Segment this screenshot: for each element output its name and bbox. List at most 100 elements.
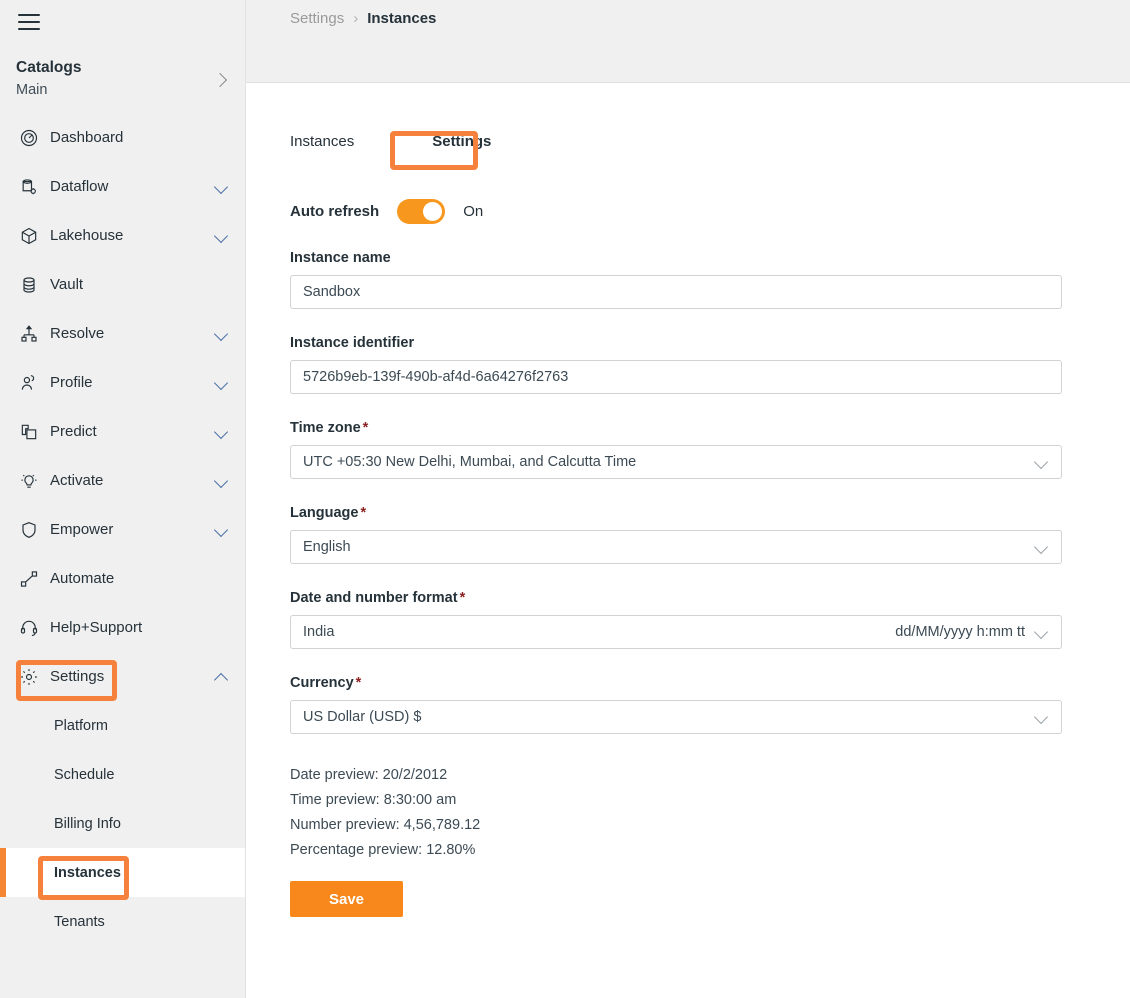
sidebar-item-label: Resolve [50, 325, 105, 342]
currency-label-text: Currency [290, 675, 354, 691]
language-select[interactable]: English [290, 530, 1062, 564]
chevron-down-icon[interactable] [214, 179, 230, 195]
sidebar-subitem-label: Platform [54, 717, 108, 734]
date-number-format-label: Date and number format * [290, 590, 1062, 606]
person-icon [18, 372, 40, 394]
date-number-format-select[interactable]: India dd/MM/yyyy h:mm tt [290, 615, 1062, 649]
catalogs-text: Catalogs Main [16, 58, 81, 100]
instance-name-value: Sandbox [303, 284, 361, 300]
sidebar-subitem-platform[interactable]: Platform [0, 701, 245, 750]
sidebar-item-label: Dashboard [50, 129, 124, 146]
sidebar-item-settings[interactable]: Settings [0, 652, 245, 701]
time-preview: Time preview: 8:30:00 am [290, 792, 457, 808]
breadcrumb-separator-icon: › [353, 10, 359, 27]
hamburger-icon[interactable] [18, 14, 40, 30]
catalogs-title: Catalogs [16, 59, 82, 76]
sidebar: Catalogs Main Dashboard Dataflow Lakehou… [0, 0, 246, 998]
auto-refresh-label: Auto refresh [290, 203, 380, 220]
chevron-down-icon [1035, 625, 1049, 639]
database-gear-icon [18, 176, 40, 198]
sidebar-item-label: Predict [50, 423, 97, 440]
chevron-down-icon [1035, 710, 1049, 724]
hierarchy-icon [18, 323, 40, 345]
tab-instances[interactable]: Instances [290, 127, 354, 156]
field-time-zone: Time zone * UTC +05:30 New Delhi, Mumbai,… [290, 420, 1062, 479]
language-label-text: Language [290, 505, 359, 521]
lightbulb-icon [18, 470, 40, 492]
sidebar-item-label: Help+Support [50, 619, 143, 636]
sidebar-item-automate[interactable]: Automate [0, 554, 245, 603]
percentage-preview: Percentage preview: 12.80% [290, 842, 476, 858]
instance-identifier-value: 5726b9eb-139f-490b-af4d-6a64276f2763 [303, 369, 569, 385]
chevron-down-icon[interactable] [214, 522, 230, 538]
sidebar-item-dataflow[interactable]: Dataflow [0, 162, 245, 211]
instance-name-input[interactable]: Sandbox [290, 275, 1062, 309]
sidebar-item-dashboard[interactable]: Dashboard [0, 113, 245, 162]
toggle-knob [423, 202, 443, 221]
chevron-down-icon[interactable] [214, 375, 230, 391]
sidebar-item-label: Empower [50, 521, 114, 538]
sidebar-item-label: Automate [50, 570, 115, 587]
sidebar-item-label: Activate [50, 472, 104, 489]
shield-icon [18, 519, 40, 541]
time-zone-label: Time zone * [290, 420, 1062, 436]
language-label: Language * [290, 505, 1062, 521]
sidebar-subitem-schedule[interactable]: Schedule [0, 750, 245, 799]
preview-block: Date preview: 20/2/2012 Time preview: 8:… [290, 764, 1130, 861]
date-number-format-label-text: Date and number format [290, 590, 458, 606]
required-asterisk: * [355, 675, 362, 691]
sidebar-item-label: Settings [50, 668, 105, 685]
sidebar-subitem-instances[interactable]: Instances [0, 848, 245, 897]
sidebar-item-lakehouse[interactable]: Lakehouse [0, 211, 245, 260]
chevron-up-icon[interactable] [214, 669, 230, 685]
time-zone-select[interactable]: UTC +05:30 New Delhi, Mumbai, and Calcut… [290, 445, 1062, 479]
field-language: Language * English [290, 505, 1062, 564]
field-currency: Currency * US Dollar (USD) $ [290, 675, 1062, 734]
sidebar-item-help-support[interactable]: Help+Support [0, 603, 245, 652]
sidebar-item-profile[interactable]: Profile [0, 358, 245, 407]
main-content: Settings › Instances Instances Settings … [246, 0, 1130, 998]
chevron-down-icon [1035, 455, 1049, 469]
catalogs-selector[interactable]: Catalogs Main [0, 58, 245, 100]
auto-refresh-toggle[interactable] [397, 199, 446, 224]
field-instance-identifier: Instance identifier 5726b9eb-139f-490b-a… [290, 335, 1062, 394]
chevron-down-icon[interactable] [214, 473, 230, 489]
sidebar-item-label: Lakehouse [50, 227, 124, 244]
catalogs-subtitle: Main [16, 82, 48, 98]
headset-icon [18, 617, 40, 639]
sidebar-item-predict[interactable]: Predict [0, 407, 245, 456]
sidebar-item-vault[interactable]: Vault [0, 260, 245, 309]
instance-name-label: Instance name [290, 250, 391, 266]
sidebar-item-activate[interactable]: Activate [0, 456, 245, 505]
tab-settings[interactable]: Settings [432, 127, 491, 156]
chevron-down-icon[interactable] [214, 326, 230, 342]
gauge-icon [18, 127, 40, 149]
tab-bar: Instances Settings [290, 127, 1130, 156]
chevron-down-icon[interactable] [214, 228, 230, 244]
sidebar-nav: Dashboard Dataflow Lakehouse Vault Resol… [0, 113, 245, 946]
save-button[interactable]: Save [290, 881, 403, 917]
field-date-number-format: Date and number format * India dd/MM/yyyy… [290, 590, 1062, 649]
required-asterisk: * [459, 590, 466, 606]
chevron-right-icon[interactable] [212, 72, 230, 90]
nodes-icon [18, 568, 40, 590]
currency-label: Currency * [290, 675, 1062, 691]
settings-panel: Instances Settings Auto refresh On Insta… [246, 127, 1130, 917]
auto-refresh-row: Auto refresh On [290, 199, 1130, 224]
sidebar-item-label: Profile [50, 374, 93, 391]
sidebar-subitem-tenants[interactable]: Tenants [0, 897, 245, 946]
sidebar-item-label: Vault [50, 276, 84, 293]
sidebar-item-resolve[interactable]: Resolve [0, 309, 245, 358]
number-preview: Number preview: 4,56,789.12 [290, 817, 481, 833]
instance-identifier-input[interactable]: 5726b9eb-139f-490b-af4d-6a64276f2763 [290, 360, 1062, 394]
sidebar-item-empower[interactable]: Empower [0, 505, 245, 554]
currency-value: US Dollar (USD) $ [303, 709, 422, 725]
sidebar-subitem-label: Billing Info [54, 815, 121, 832]
currency-select[interactable]: US Dollar (USD) $ [290, 700, 1062, 734]
chevron-down-icon[interactable] [214, 424, 230, 440]
breadcrumb: Settings › Instances [290, 10, 436, 27]
sidebar-subitem-billing-info[interactable]: Billing Info [0, 799, 245, 848]
breadcrumb-parent[interactable]: Settings [290, 10, 344, 27]
database-icon [18, 274, 40, 296]
sidebar-subitem-label: Schedule [54, 766, 115, 783]
